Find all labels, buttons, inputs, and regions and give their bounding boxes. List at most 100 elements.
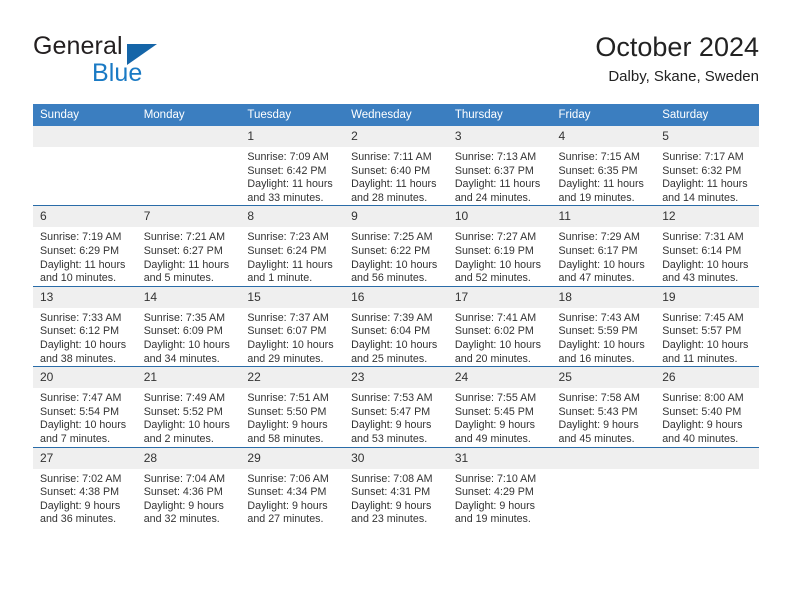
daylight-text: Daylight: 9 hours [454,499,536,512]
sunset-text: Sunset: 6:04 PM [351,325,431,338]
sunrise-text: Sunrise: 7:13 AM [454,151,537,163]
day-details: Sunrise: 7:53 AM Sunset: 5:47 PM Daylight:… [344,388,448,446]
brand-logo[interactable]: General Blue [33,32,243,94]
calendar-day-cell[interactable]: 4 Sunrise: 7:15 AM Sunset: 6:35 PM Daylight… [551,126,656,206]
day-details [33,147,137,151]
daylight-text: Daylight: 9 hours [454,419,536,432]
calendar-day-cell[interactable]: 26 Sunrise: 8:00 AM Sunset: 5:40 PM Dayligh… [655,366,759,447]
daylight-text-cont: and 19 minutes. [558,191,635,204]
daylight-text-cont: and 1 minute. [247,272,313,285]
calendar-day-cell[interactable]: 6 Sunrise: 7:19 AM Sunset: 6:29 PM Daylight… [33,205,137,287]
day-number: 24 [447,367,552,389]
calendar-day-cell[interactable]: 29 Sunrise: 7:06 AM Sunset: 4:34 PM Dayligh… [240,446,345,527]
day-details: Sunrise: 7:25 AM Sunset: 6:22 PM Daylight:… [344,227,448,285]
calendar-day-cell[interactable]: 30 Sunrise: 7:08 AM Sunset: 4:31 PM Dayligh… [344,446,448,527]
day-number: 22 [240,367,345,389]
daylight-text-cont: and 2 minutes. [143,432,214,445]
calendar-day-cell[interactable]: 14 Sunrise: 7:35 AM Sunset: 6:09 PM Dayligh… [136,285,241,367]
day-details [552,469,656,473]
sunset-text: Sunset: 6:19 PM [454,244,534,257]
day-number: 25 [551,367,656,389]
daylight-text-cont: and 7 minutes. [40,432,111,445]
day-details: Sunrise: 7:55 AM Sunset: 5:45 PM Daylight:… [448,388,552,446]
calendar-day-cell[interactable]: 3 Sunrise: 7:13 AM Sunset: 6:37 PM Daylight… [447,126,552,206]
weekday-header-monday: Monday [136,104,241,126]
daylight-text-cont: and 23 minutes. [351,513,428,526]
sunset-text: Sunset: 6:42 PM [247,164,327,177]
day-details: Sunrise: 7:41 AM Sunset: 6:02 PM Daylight:… [448,308,552,366]
sunset-text: Sunset: 6:32 PM [662,164,742,177]
daylight-text: Daylight: 9 hours [143,499,224,512]
calendar-day-cell[interactable]: 2 Sunrise: 7:11 AM Sunset: 6:40 PM Daylight… [344,126,448,206]
calendar-body: 1 Sunrise: 7:09 AM Sunset: 6:42 PM Daylight… [33,126,759,527]
sunset-text: Sunset: 6:27 PM [143,244,223,257]
daylight-text-cont: and 20 minutes. [454,352,531,365]
daylight-text: Daylight: 9 hours [247,419,328,432]
calendar-day-cell[interactable]: 28 Sunrise: 7:04 AM Sunset: 4:36 PM Dayligh… [136,446,241,527]
day-details [137,147,241,151]
day-number: 28 [136,447,241,469]
calendar-day-cell[interactable]: 25 Sunrise: 7:58 AM Sunset: 5:43 PM Dayligh… [551,366,656,447]
calendar-day-cell[interactable]: 16 Sunrise: 7:39 AM Sunset: 6:04 PM Dayligh… [344,285,448,367]
daylight-text: Daylight: 11 hours [247,178,333,191]
calendar-day-cell[interactable]: 12 Sunrise: 7:31 AM Sunset: 6:14 PM Dayligh… [655,205,759,287]
day-details: Sunrise: 7:10 AM Sunset: 4:29 PM Daylight:… [448,469,552,527]
sunset-text: Sunset: 4:31 PM [351,486,431,499]
sunrise-text: Sunrise: 7:21 AM [143,231,226,244]
calendar-day-cell[interactable]: 27 Sunrise: 7:02 AM Sunset: 4:38 PM Dayligh… [33,446,137,527]
sunrise-text: Sunrise: 7:31 AM [662,231,744,244]
sunrise-text: Sunrise: 7:25 AM [351,231,433,244]
daylight-text: Daylight: 11 hours [351,178,437,191]
sunset-text: Sunset: 6:09 PM [143,325,223,338]
daylight-text-cont: and 34 minutes. [143,352,220,365]
calendar-day-cell[interactable]: 31 Sunrise: 7:10 AM Sunset: 4:29 PM Dayligh… [447,446,552,527]
daylight-text-cont: and 47 minutes. [558,272,635,285]
calendar-day-cell[interactable]: 13 Sunrise: 7:33 AM Sunset: 6:12 PM Dayligh… [33,285,137,367]
calendar-day-cell[interactable]: 10 Sunrise: 7:27 AM Sunset: 6:19 PM Dayligh… [447,205,552,287]
weekday-header-thursday: Thursday [447,104,552,126]
sunset-text: Sunset: 5:50 PM [247,405,327,418]
calendar-day-cell[interactable]: 17 Sunrise: 7:41 AM Sunset: 6:02 PM Dayligh… [447,285,552,367]
calendar-day-cell[interactable]: 5 Sunrise: 7:17 AM Sunset: 6:32 PM Daylight… [655,126,759,206]
daylight-text: Daylight: 11 hours [558,178,644,191]
calendar-day-cell[interactable]: 11 Sunrise: 7:29 AM Sunset: 6:17 PM Dayligh… [551,205,656,287]
sunrise-text: Sunrise: 7:49 AM [143,392,226,405]
sunset-text: Sunset: 6:22 PM [351,244,431,257]
sunrise-text: Sunrise: 7:37 AM [247,311,329,324]
calendar-day-cell[interactable]: 1 Sunrise: 7:09 AM Sunset: 6:42 PM Daylight… [240,126,345,206]
sunrise-text: Sunrise: 8:00 AM [662,392,744,405]
calendar-page: General Blue October 2024 Dalby, Skane, … [0,0,792,612]
calendar-day-cell[interactable]: 23 Sunrise: 7:53 AM Sunset: 5:47 PM Dayligh… [344,366,448,447]
calendar-table: Sunday Monday Tuesday Wednesday Thursday… [33,104,759,527]
sunset-text: Sunset: 6:40 PM [351,164,431,177]
calendar-day-cell[interactable]: 19 Sunrise: 7:45 AM Sunset: 5:57 PM Dayligh… [655,285,759,367]
calendar-day-cell[interactable]: 21 Sunrise: 7:49 AM Sunset: 5:52 PM Dayligh… [136,366,241,447]
calendar-day-cell[interactable]: 22 Sunrise: 7:51 AM Sunset: 5:50 PM Dayligh… [240,366,345,447]
day-details: Sunrise: 7:11 AM Sunset: 6:40 PM Daylight:… [344,147,448,205]
sunrise-text: Sunrise: 7:35 AM [143,311,226,324]
daylight-text-cont: and 32 minutes. [143,513,220,526]
calendar-day-cell[interactable]: 24 Sunrise: 7:55 AM Sunset: 5:45 PM Dayligh… [447,366,552,447]
sunset-text: Sunset: 6:12 PM [40,325,120,338]
day-details: Sunrise: 7:51 AM Sunset: 5:50 PM Daylight:… [240,388,344,446]
day-details: Sunrise: 7:45 AM Sunset: 5:57 PM Daylight:… [655,308,759,366]
sunrise-text: Sunrise: 7:27 AM [454,231,537,244]
calendar-cell-empty [655,446,759,527]
calendar-day-cell[interactable]: 8 Sunrise: 7:23 AM Sunset: 6:24 PM Daylight… [240,205,345,287]
calendar-day-cell[interactable]: 7 Sunrise: 7:21 AM Sunset: 6:27 PM Daylight… [136,205,241,287]
calendar-day-cell[interactable]: 18 Sunrise: 7:43 AM Sunset: 5:59 PM Dayligh… [551,285,656,367]
calendar-day-cell[interactable]: 20 Sunrise: 7:47 AM Sunset: 5:54 PM Dayligh… [33,366,137,447]
day-number: 31 [447,447,552,469]
daylight-text: Daylight: 11 hours [143,258,230,271]
sunrise-text: Sunrise: 7:51 AM [247,392,329,405]
day-number: 20 [33,367,137,389]
sunset-text: Sunset: 5:57 PM [662,325,742,338]
daylight-text-cont: and 14 minutes. [662,191,739,204]
day-details: Sunrise: 7:43 AM Sunset: 5:59 PM Daylight:… [552,308,656,366]
calendar-day-cell[interactable]: 15 Sunrise: 7:37 AM Sunset: 6:07 PM Dayligh… [240,285,345,367]
daylight-text: Daylight: 10 hours [454,258,541,271]
sunset-text: Sunset: 4:34 PM [247,486,327,499]
daylight-text: Daylight: 10 hours [143,419,230,432]
calendar-day-cell[interactable]: 9 Sunrise: 7:25 AM Sunset: 6:22 PM Daylight… [344,205,448,287]
day-details: Sunrise: 7:13 AM Sunset: 6:37 PM Daylight:… [448,147,552,205]
